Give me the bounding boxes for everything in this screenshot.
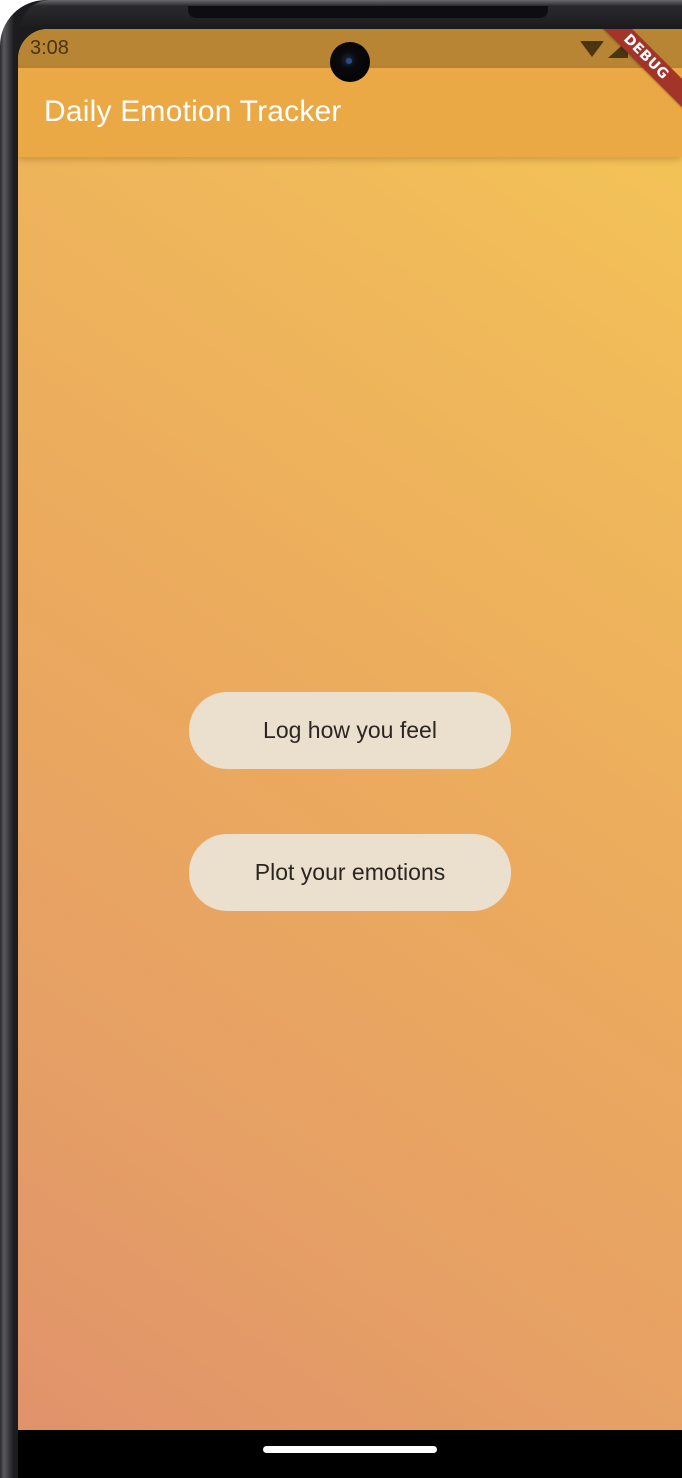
wifi-icon xyxy=(580,41,604,57)
device-top-edge xyxy=(20,0,682,30)
home-indicator[interactable] xyxy=(263,1446,437,1453)
page-title: Daily Emotion Tracker xyxy=(44,95,342,128)
app-screen: 3:08 DEBUG Daily Emotion Tracker Log how… xyxy=(18,29,682,1478)
device-speaker-slot xyxy=(188,6,548,18)
camera-lens-icon xyxy=(346,58,352,64)
log-feeling-button[interactable]: Log how you feel xyxy=(189,692,511,769)
status-time: 3:08 xyxy=(30,37,69,59)
plot-emotions-button[interactable]: Plot your emotions xyxy=(189,834,511,911)
front-camera-icon xyxy=(330,42,370,82)
navigation-bar xyxy=(18,1430,682,1478)
